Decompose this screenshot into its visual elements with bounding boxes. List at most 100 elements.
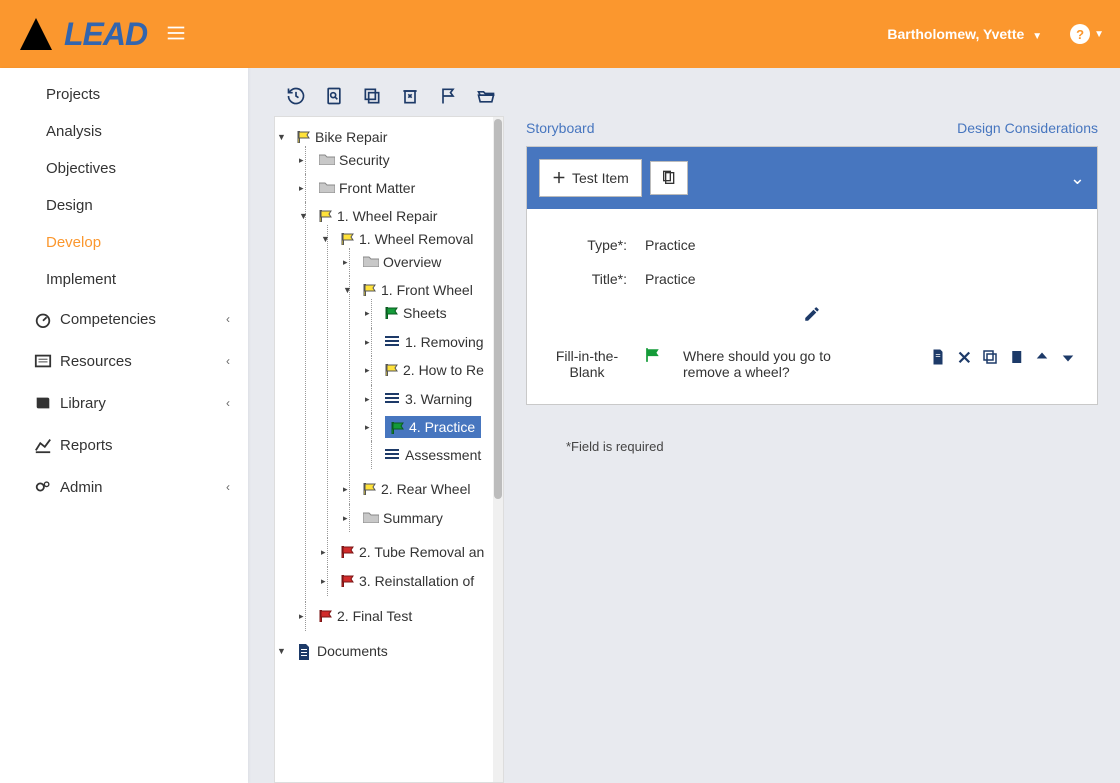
caret-down-icon: ▼ [1032,31,1042,42]
tree-root[interactable]: Bike Repair [297,129,387,145]
open-folder-icon[interactable] [476,86,496,106]
news-icon [34,352,52,370]
toolbar [248,68,1120,116]
document-icon [297,644,313,658]
tree-toggle[interactable]: ▸ [299,183,304,194]
sidebar-phase-objectives[interactable]: Objectives [0,150,248,187]
chevron-left-icon: ‹ [226,354,230,368]
flag-icon [319,610,333,622]
tree-toggle[interactable]: ▸ [365,337,370,348]
tree-node-rear-wheel[interactable]: 2. Rear Wheel [363,481,470,497]
tree-node-front-matter[interactable]: Front Matter [319,180,415,196]
tree-toggle[interactable]: ▸ [365,365,370,376]
tree-node-final-test[interactable]: 2. Final Test [319,608,412,624]
edit-item-icon[interactable] [929,348,947,366]
test-item-card: ＋Test Item ⌄ Type*: Practice Title*: [526,146,1098,405]
sidebar-phase-projects[interactable]: Projects [0,76,248,113]
tree-toggle[interactable]: ▼ [343,285,352,295]
sidebar-group-resources[interactable]: Resources ‹ [0,340,248,382]
tree-toggle[interactable]: ▼ [321,234,330,244]
card-header: ＋Test Item ⌄ [527,147,1097,209]
sidebar-phase-design[interactable]: Design [0,187,248,224]
type-label: Type*: [547,237,627,253]
sidebar-group-admin[interactable]: Admin ‹ [0,466,248,508]
copy-icon[interactable] [362,86,382,106]
tree-toggle[interactable]: ▼ [299,211,308,221]
help-menu[interactable]: ? ▼ [1070,24,1104,44]
tree-node-warning[interactable]: 3. Warning [385,391,472,407]
tree-node-removing[interactable]: 1. Removing [385,334,484,350]
text-icon [385,392,401,406]
topbar: LEAD Bartholomew, Yvette ▼ ? ▼ [0,0,1120,68]
sidebar-phase-analysis[interactable]: Analysis [0,113,248,150]
button-label: Test Item [572,170,629,186]
copy-item-icon[interactable] [981,348,999,366]
sidebar-phase-implement[interactable]: Implement [0,261,248,298]
sidebar-group-label: Reports [60,437,113,454]
tree-toggle[interactable]: ▸ [343,257,348,268]
tree-toggle[interactable]: ▸ [343,513,348,524]
tab-design-considerations[interactable]: Design Considerations [957,120,1098,136]
chevron-left-icon: ‹ [226,312,230,326]
sidebar-group-library[interactable]: Library ‹ [0,382,248,424]
paste-item-icon[interactable] [1007,348,1025,366]
tree-node-practice[interactable]: 4. Practice [385,416,481,438]
tree-node-documents[interactable]: Documents [297,643,388,659]
tree-node-summary[interactable]: Summary [363,510,443,526]
tree-toggle[interactable]: ▸ [365,422,370,433]
move-up-icon[interactable] [1033,348,1051,366]
menu-toggle-button[interactable] [165,22,187,47]
delete-item-icon[interactable] [955,348,973,366]
tree-label: Documents [317,643,388,659]
tree-toggle[interactable]: ▸ [365,308,370,319]
folder-icon [363,511,379,525]
tree-node-wheel-removal[interactable]: 1. Wheel Removal [341,231,473,247]
tree-node-security[interactable]: Security [319,152,390,168]
delete-icon[interactable] [400,86,420,106]
title-value: Practice [645,271,696,287]
move-down-icon[interactable] [1059,348,1077,366]
tree-toggle[interactable]: ▸ [299,155,304,166]
tree-toggle[interactable]: ▸ [343,484,348,495]
gears-icon [34,478,52,496]
tree-node-overview[interactable]: Overview [363,254,441,270]
tree-toggle[interactable]: ▸ [365,394,370,405]
tree-toggle[interactable]: ▸ [321,547,326,558]
flag-icon [319,210,333,222]
tree-toggle[interactable]: ▸ [299,611,304,622]
sidebar-phase-develop[interactable]: Develop [0,224,248,261]
title-label: Title*: [547,271,627,287]
edit-icon[interactable] [803,305,821,323]
logo: LEAD [16,14,147,54]
user-display-name: Bartholomew, Yvette [887,26,1024,42]
flag-icon [385,364,399,376]
history-icon[interactable] [286,86,306,106]
item-question: Where should you go to remove a wheel? [683,348,853,380]
flag-icon[interactable] [438,86,458,106]
tree-toggle[interactable]: ▼ [277,132,286,142]
tree-node-assessment[interactable]: Assessment [385,447,481,463]
flag-icon [391,422,405,434]
paste-button[interactable] [650,161,688,195]
tree-node-front-wheel[interactable]: 1. Front Wheel [363,282,473,298]
tree-toggle[interactable]: ▸ [321,576,326,587]
chart-icon [34,436,52,454]
tree-label: Overview [383,254,441,270]
tree-node-reinstall[interactable]: 3. Reinstallation of [341,573,474,589]
folder-icon [319,181,335,195]
tab-storyboard[interactable]: Storyboard [526,120,594,136]
sidebar-group-reports[interactable]: Reports [0,424,248,466]
add-test-item-button[interactable]: ＋Test Item [539,159,642,197]
tree-node-tube-removal[interactable]: 2. Tube Removal an [341,544,484,560]
tree-node-sheets[interactable]: Sheets [385,305,447,321]
user-menu[interactable]: Bartholomew, Yvette ▼ [887,26,1042,42]
item-type: Fill-in-the-Blank [547,348,627,380]
collapse-icon[interactable]: ⌄ [1070,168,1085,189]
search-doc-icon[interactable] [324,86,344,106]
tree-node-how-to-re[interactable]: 2. How to Re [385,362,484,378]
tree-label: Sheets [403,305,447,321]
content-tabs: Storyboard Design Considerations [526,116,1098,146]
tree-node-wheel-repair[interactable]: 1. Wheel Repair [319,208,437,224]
tree-toggle[interactable]: ▼ [277,646,286,656]
sidebar-group-competencies[interactable]: Competencies ‹ [0,298,248,340]
